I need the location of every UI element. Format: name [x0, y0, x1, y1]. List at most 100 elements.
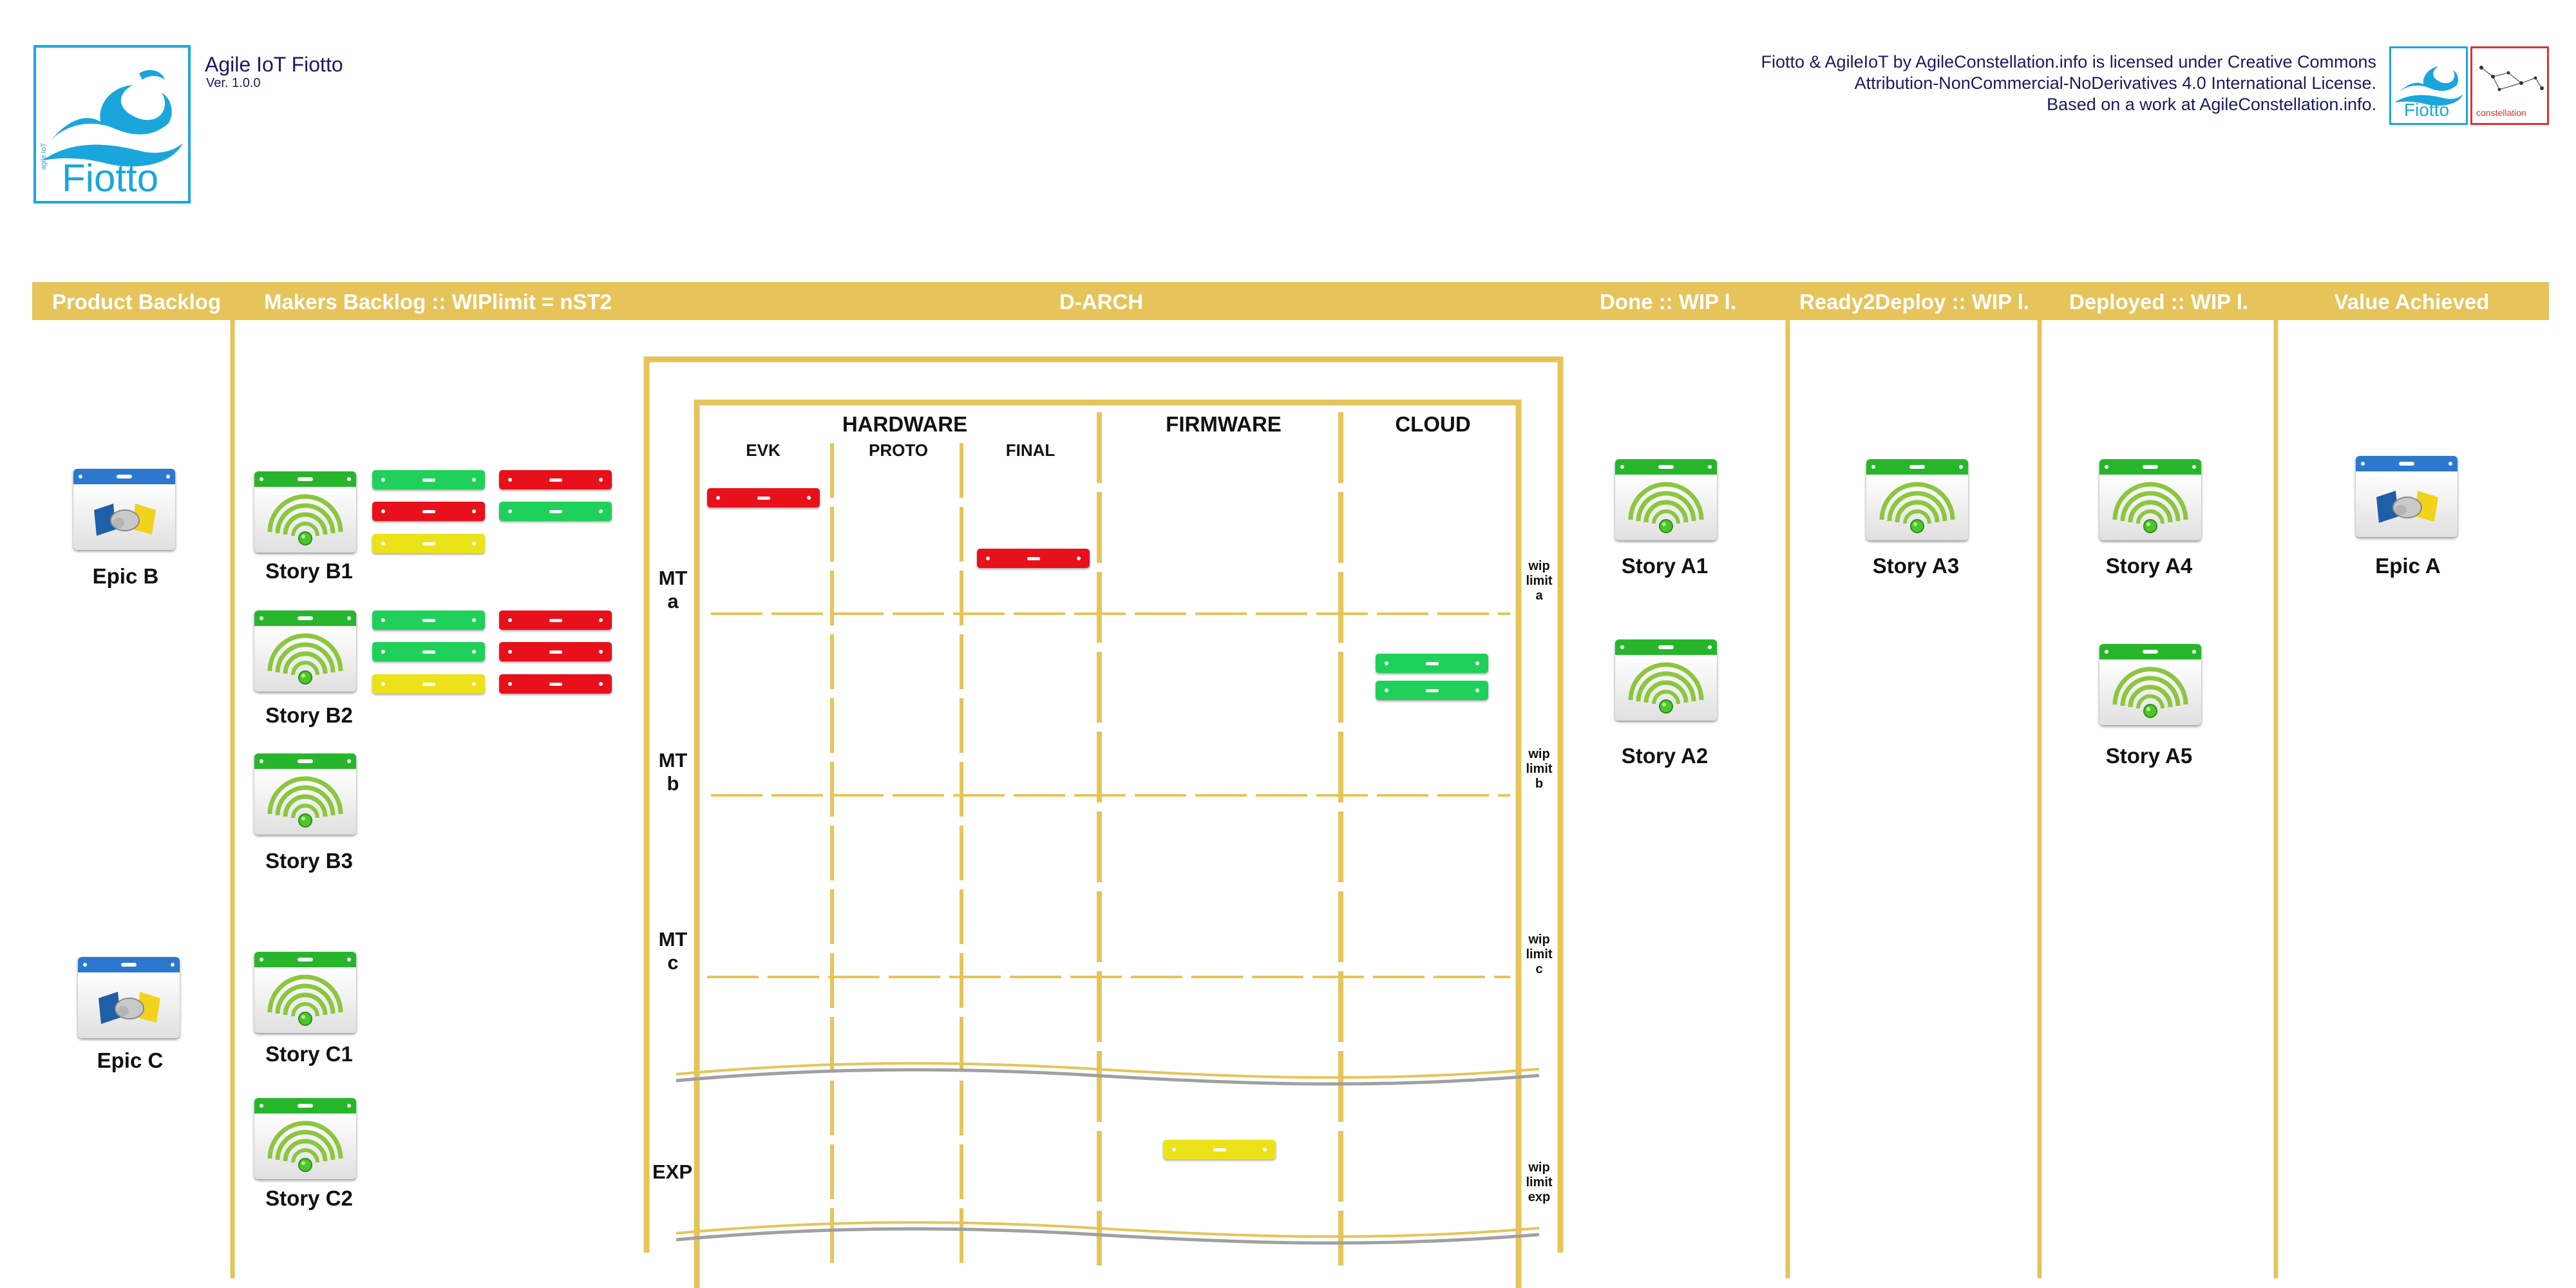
wip-limit-exp: wip limit exp [1526, 1160, 1553, 1204]
darch-firmware-label: FIRMWARE [1166, 412, 1282, 436]
epic-label: Epic A [2375, 554, 2441, 578]
card-body [2099, 475, 2201, 540]
task-ticket[interactable] [707, 488, 820, 507]
task-ticket[interactable] [499, 611, 612, 630]
card-body [254, 487, 356, 553]
story-label: Story C1 [265, 1042, 353, 1066]
task-ticket[interactable] [499, 502, 612, 521]
card-header [254, 753, 356, 769]
column-title-darch[interactable]: D-ARCH [934, 290, 1269, 314]
wifi-icon [267, 974, 343, 1026]
card-header [254, 471, 356, 487]
task-ticket[interactable] [1163, 1140, 1276, 1159]
task-ticket[interactable] [372, 470, 485, 489]
card-body [78, 972, 180, 1038]
story-card[interactable] [2099, 644, 2201, 725]
row-label-mt-a: MT a [658, 567, 688, 612]
handshake-icon [94, 504, 156, 536]
row-label-mt-b: MT b [658, 749, 688, 795]
wifi-icon [2112, 667, 2188, 718]
story-card[interactable] [254, 471, 356, 553]
story-card[interactable] [254, 753, 356, 835]
task-ticket[interactable] [977, 549, 1090, 568]
handshake-icon [99, 992, 160, 1024]
wifi-icon [1879, 482, 1955, 533]
wifi-icon [267, 494, 343, 545]
story-label: Story B2 [265, 703, 353, 727]
darch-inner-frame [694, 399, 1522, 1288]
card-header [1615, 459, 1717, 475]
card-body [2099, 659, 2201, 725]
story-label: Story A2 [1621, 744, 1709, 768]
epic-card[interactable] [73, 469, 175, 550]
story-card[interactable] [1615, 459, 1717, 540]
wifi-icon [1628, 662, 1704, 714]
task-ticket[interactable] [499, 674, 612, 694]
story-label: Story C2 [265, 1186, 353, 1210]
epic-label: Epic C [97, 1048, 164, 1072]
wifi-icon [2112, 482, 2188, 533]
card-body [254, 1113, 356, 1179]
card-header [254, 1098, 356, 1113]
wifi-icon [1628, 482, 1704, 533]
column-title-product-backlog[interactable]: Product Backlog [33, 290, 240, 314]
column-title-makers-backlog[interactable]: Makers Backlog :: WIPlimit = nST2 [245, 290, 631, 314]
task-ticket[interactable] [372, 642, 485, 661]
task-ticket[interactable] [372, 674, 485, 694]
wifi-icon [267, 776, 343, 828]
story-label: Story A1 [1621, 554, 1709, 578]
card-body [254, 769, 356, 835]
card-header [78, 957, 180, 972]
story-card[interactable] [254, 611, 356, 692]
wip-limit-b: wip limit b [1526, 747, 1553, 791]
task-ticket[interactable] [499, 470, 612, 489]
story-label: Story A5 [2105, 744, 2193, 768]
story-card[interactable] [254, 952, 356, 1033]
wip-limit-c: wip limit c [1526, 933, 1553, 976]
darch-final-label: FINAL [1005, 440, 1056, 460]
wip-limit-a: wip limit a [1526, 559, 1553, 603]
story-card[interactable] [1866, 459, 1968, 540]
wifi-icon [267, 1121, 343, 1172]
story-label: Story B1 [265, 559, 353, 583]
task-ticket[interactable] [372, 534, 485, 553]
card-body [254, 967, 356, 1033]
column-title-value-achieved[interactable]: Value Achieved [2280, 290, 2544, 314]
darch-cloud-label: CLOUD [1395, 412, 1471, 436]
card-header [1615, 639, 1717, 655]
row-label-exp: EXP [652, 1160, 693, 1183]
column-title-deployed[interactable]: Deployed :: WIP l. [2043, 290, 2275, 314]
story-label: Story B3 [265, 849, 353, 873]
card-body [254, 626, 356, 692]
story-label: Story A3 [1872, 554, 1960, 578]
task-ticket[interactable] [372, 611, 485, 630]
handshake-icon [2376, 491, 2438, 523]
card-body [73, 484, 175, 550]
darch-evk-label: EVK [746, 440, 781, 460]
story-label: Story A4 [2105, 554, 2193, 578]
card-body [1866, 475, 1968, 540]
card-body [2356, 471, 2458, 537]
row-label-mt-c: MT c [658, 928, 688, 974]
epic-card[interactable] [2356, 456, 2458, 537]
epic-label: Epic B [92, 564, 159, 588]
task-ticket[interactable] [372, 502, 485, 521]
column-title-ready2deploy[interactable]: Ready2Deploy :: WIP l. [1790, 290, 2038, 314]
story-card[interactable] [1615, 639, 1717, 721]
story-card[interactable] [254, 1098, 356, 1179]
darch-proto-label: PROTO [869, 440, 928, 460]
card-body [1615, 655, 1717, 721]
card-header [254, 952, 356, 967]
story-card[interactable] [2099, 459, 2201, 540]
card-header [2099, 459, 2201, 475]
card-header [2099, 644, 2201, 659]
card-body [1615, 475, 1717, 540]
column-title-done[interactable]: Done :: WIP l. [1558, 290, 1777, 314]
card-header [73, 469, 175, 484]
epic-card[interactable] [78, 957, 180, 1038]
darch-hardware-label: HARDWARE [842, 412, 968, 436]
card-header [2356, 456, 2458, 471]
task-ticket[interactable] [1376, 681, 1488, 700]
task-ticket[interactable] [1376, 654, 1488, 673]
task-ticket[interactable] [499, 642, 612, 661]
